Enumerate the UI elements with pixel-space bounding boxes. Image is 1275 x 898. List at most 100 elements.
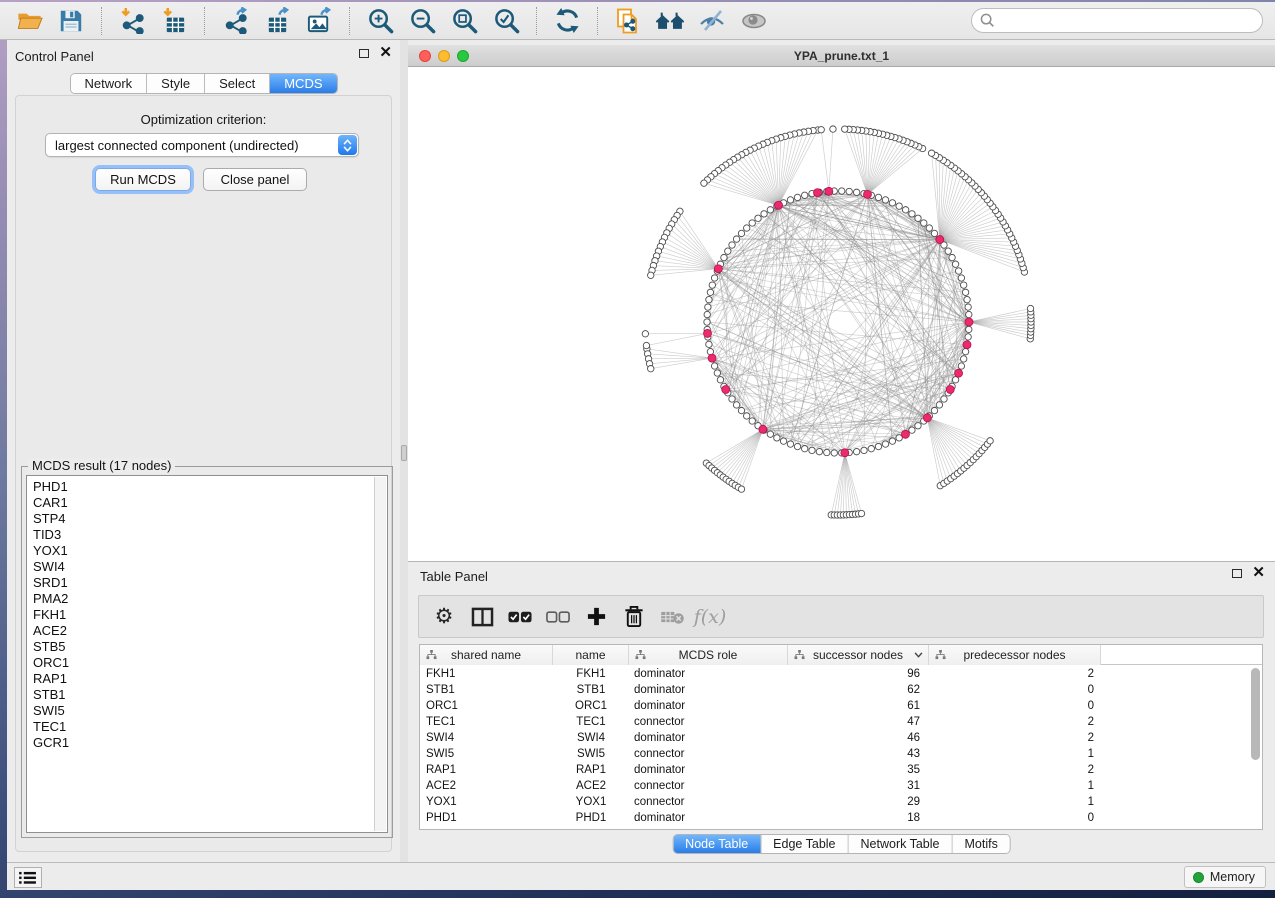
import-table-button[interactable] bbox=[156, 5, 192, 37]
table-cell[interactable]: YOX1 bbox=[426, 794, 457, 810]
network-node[interactable] bbox=[767, 431, 773, 437]
network-node[interactable] bbox=[909, 427, 915, 433]
delete-column-button[interactable] bbox=[615, 599, 653, 635]
network-node[interactable] bbox=[936, 402, 942, 408]
network-node[interactable] bbox=[928, 150, 934, 156]
column-header-name[interactable]: name bbox=[553, 645, 629, 665]
tab-style[interactable]: Style bbox=[147, 74, 205, 93]
network-node[interactable] bbox=[842, 126, 848, 132]
mcds-result-item[interactable]: CAR1 bbox=[33, 495, 387, 511]
mcds-result-item[interactable]: RAP1 bbox=[33, 671, 387, 687]
table-cell[interactable]: TEC1 bbox=[426, 714, 455, 730]
network-hub-node[interactable] bbox=[946, 385, 954, 393]
network-hub-node[interactable] bbox=[936, 236, 944, 244]
network-node[interactable] bbox=[952, 261, 958, 267]
network-node[interactable] bbox=[767, 207, 773, 213]
network-node[interactable] bbox=[704, 319, 710, 325]
table-row[interactable]: YOX1YOX1connector291 bbox=[420, 794, 1262, 810]
network-hub-node[interactable] bbox=[955, 369, 963, 377]
save-session-button[interactable] bbox=[53, 5, 89, 37]
network-node[interactable] bbox=[717, 377, 723, 383]
copy-network-button[interactable] bbox=[610, 5, 646, 37]
table-cell[interactable]: dominator bbox=[634, 698, 685, 714]
first-neighbors-button[interactable] bbox=[652, 5, 688, 37]
network-node[interactable] bbox=[648, 272, 654, 278]
network-node[interactable] bbox=[896, 203, 902, 209]
network-node[interactable] bbox=[889, 438, 895, 444]
table-cell[interactable]: 1 bbox=[929, 746, 1094, 762]
table-cell[interactable]: ACE2 bbox=[553, 778, 629, 794]
table-cell[interactable]: connector bbox=[634, 794, 685, 810]
network-node[interactable] bbox=[945, 248, 951, 254]
tab-edge-table[interactable]: Edge Table bbox=[761, 835, 848, 853]
network-node[interactable] bbox=[744, 413, 750, 419]
close-table-panel-icon[interactable]: ✕ bbox=[1252, 568, 1265, 578]
mcds-result-item[interactable]: FKH1 bbox=[33, 607, 387, 623]
network-node[interactable] bbox=[955, 268, 961, 274]
network-node[interactable] bbox=[729, 396, 735, 402]
network-node[interactable] bbox=[729, 242, 735, 248]
memory-button[interactable]: Memory bbox=[1184, 866, 1266, 888]
network-hub-node[interactable] bbox=[722, 385, 730, 393]
table-row[interactable]: SWI4SWI4dominator462 bbox=[420, 730, 1262, 746]
zoom-selected-button[interactable] bbox=[488, 5, 524, 37]
show-all-button[interactable] bbox=[736, 5, 772, 37]
table-cell[interactable]: SWI4 bbox=[426, 730, 454, 746]
apply-layout-button[interactable] bbox=[549, 5, 585, 37]
table-row[interactable]: PHD1PHD1dominator180 bbox=[420, 810, 1262, 826]
column-header-mcds-role[interactable]: MCDS role bbox=[629, 645, 788, 665]
network-node[interactable] bbox=[642, 331, 648, 337]
network-node[interactable] bbox=[755, 215, 761, 221]
table-row[interactable]: ACE2ACE2connector311 bbox=[420, 778, 1262, 794]
table-cell[interactable]: SWI4 bbox=[553, 730, 629, 746]
table-cell[interactable]: 43 bbox=[788, 746, 920, 762]
network-node[interactable] bbox=[846, 188, 852, 194]
table-settings-button[interactable]: ⚙ bbox=[425, 599, 463, 635]
table-row[interactable]: TEC1TEC1connector472 bbox=[420, 714, 1262, 730]
table-cell[interactable]: FKH1 bbox=[553, 666, 629, 682]
mcds-result-item[interactable]: TID3 bbox=[33, 527, 387, 543]
network-node[interactable] bbox=[744, 225, 750, 231]
network-node[interactable] bbox=[962, 348, 968, 354]
table-cell[interactable]: 2 bbox=[929, 762, 1094, 778]
network-node[interactable] bbox=[941, 396, 947, 402]
table-cell[interactable]: 2 bbox=[929, 730, 1094, 746]
tab-motifs[interactable]: Motifs bbox=[952, 835, 1009, 853]
network-node[interactable] bbox=[648, 365, 654, 371]
network-node[interactable] bbox=[839, 188, 845, 194]
network-node[interactable] bbox=[711, 275, 717, 281]
table-row[interactable]: RAP1RAP1dominator352 bbox=[420, 762, 1262, 778]
mcds-result-item[interactable]: STB5 bbox=[33, 639, 387, 655]
network-node[interactable] bbox=[875, 194, 881, 200]
network-node[interactable] bbox=[774, 435, 780, 441]
delete-table-button[interactable] bbox=[653, 599, 691, 635]
network-hub-node[interactable] bbox=[923, 414, 931, 422]
hide-selected-button[interactable] bbox=[694, 5, 730, 37]
table-cell[interactable]: ORC1 bbox=[426, 698, 458, 714]
export-table-button[interactable] bbox=[259, 5, 295, 37]
table-cell[interactable]: 2 bbox=[929, 714, 1094, 730]
table-cell[interactable]: SWI5 bbox=[553, 746, 629, 762]
network-node[interactable] bbox=[882, 441, 888, 447]
network-node[interactable] bbox=[909, 211, 915, 217]
table-cell[interactable]: RAP1 bbox=[426, 762, 456, 778]
network-node[interactable] bbox=[931, 407, 937, 413]
mcds-result-item[interactable]: SRD1 bbox=[33, 575, 387, 591]
network-node[interactable] bbox=[853, 189, 859, 195]
network-node[interactable] bbox=[882, 197, 888, 203]
export-network-button[interactable] bbox=[217, 5, 253, 37]
network-hub-node[interactable] bbox=[901, 430, 909, 438]
network-hub-node[interactable] bbox=[965, 318, 973, 326]
tab-network[interactable]: Network bbox=[70, 74, 147, 93]
network-hub-node[interactable] bbox=[814, 189, 822, 197]
close-panel-icon[interactable]: ✕ bbox=[379, 48, 392, 58]
float-panel-icon[interactable] bbox=[359, 49, 369, 58]
network-node[interactable] bbox=[714, 370, 720, 376]
network-node[interactable] bbox=[960, 282, 966, 288]
network-node[interactable] bbox=[787, 197, 793, 203]
table-cell[interactable]: 46 bbox=[788, 730, 920, 746]
network-hub-node[interactable] bbox=[963, 341, 971, 349]
table-cell[interactable]: connector bbox=[634, 746, 685, 762]
mcds-result-item[interactable]: TEC1 bbox=[33, 719, 387, 735]
network-node[interactable] bbox=[709, 282, 715, 288]
